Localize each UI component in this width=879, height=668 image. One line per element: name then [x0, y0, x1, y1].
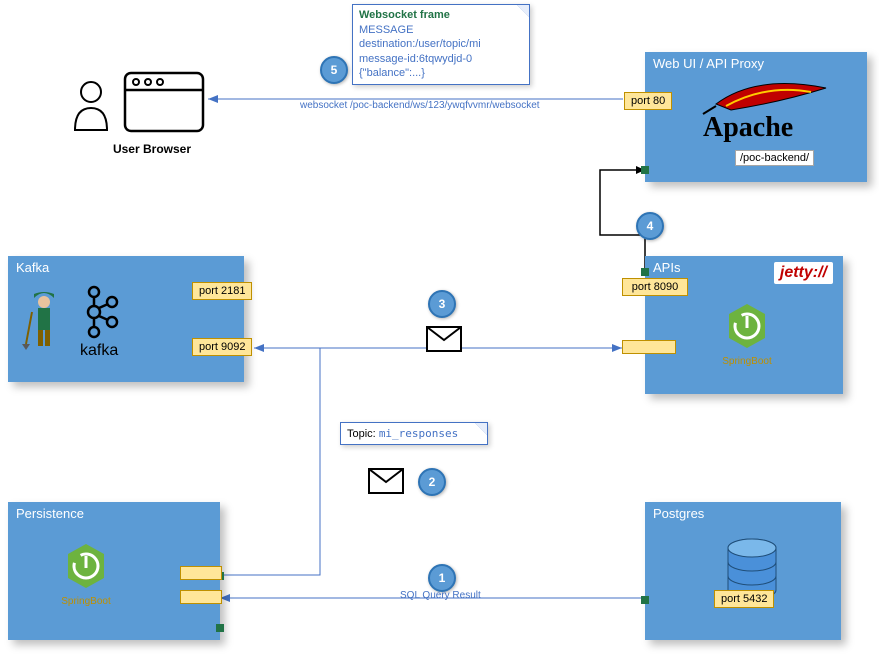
kafka-title: Kafka	[16, 260, 49, 275]
kafka-zk-port: port 2181	[192, 282, 252, 300]
apache-feather-icon	[711, 76, 831, 116]
persistence-springboot-label: SpringBoot	[60, 596, 112, 607]
apis-hub-top	[641, 268, 649, 276]
flow-sql-label: SQL Query Result	[400, 590, 481, 601]
step-badge-1: 1	[428, 564, 456, 592]
apis-link-pad	[622, 340, 676, 354]
zookeeper-icon	[26, 292, 62, 352]
apis-springboot-label: SpringBoot	[721, 356, 773, 367]
ws-note-title: Websocket frame	[359, 9, 523, 21]
postgres-port: port 5432	[714, 590, 774, 608]
step-badge-2: 2	[418, 468, 446, 496]
envelope-icon-step2	[368, 468, 404, 494]
kafka-logo-icon	[84, 284, 120, 340]
springboot-icon-apis	[725, 302, 769, 352]
step-badge-4: 4	[636, 212, 664, 240]
persistence-hub-b	[216, 624, 224, 632]
websocket-note: Websocket frame MESSAGE destination:/use…	[352, 4, 530, 85]
springboot-icon-persistence	[64, 542, 108, 592]
topic-note-value: mi_responses	[379, 427, 458, 440]
webui-port: port 80	[624, 92, 672, 110]
persistence-pad-a	[180, 566, 222, 580]
ws-note-line2: destination:/user/topic/mi	[359, 37, 523, 51]
ws-note-line1: MESSAGE	[359, 23, 523, 37]
ws-note-line3: message-id:6tqwydjd-0	[359, 52, 523, 66]
user-avatar-icon	[70, 80, 112, 134]
kafka-logo-text: kafka	[80, 342, 118, 360]
webui-hub-bottom	[641, 166, 649, 174]
webui-box: Web UI / API Proxy Apache /poc-backend/	[645, 52, 867, 182]
topic-note: Topic: mi_responses	[340, 422, 488, 445]
postgres-title: Postgres	[653, 506, 704, 521]
postgres-hub	[641, 596, 649, 604]
topic-note-label: Topic:	[347, 428, 376, 440]
postgres-box: Postgres	[645, 502, 841, 640]
jetty-logo: jetty://	[774, 262, 833, 284]
persistence-title: Persistence	[16, 506, 84, 521]
apis-box: APIs jetty:// SpringBoot	[645, 256, 843, 394]
apache-logo-text: Apache	[703, 112, 793, 144]
browser-window-icon	[124, 72, 204, 132]
ws-note-line4: {"balance":...}	[359, 66, 523, 80]
webui-path-label: /poc-backend/	[735, 150, 814, 166]
kafka-broker-port: port 9092	[192, 338, 252, 356]
webui-title: Web UI / API Proxy	[653, 56, 764, 71]
apis-title: APIs	[653, 260, 680, 275]
apis-port: port 8090	[622, 278, 688, 296]
flow-websocket-label: websocket /poc-backend/ws/123/ywqfvvmr/w…	[300, 100, 540, 111]
persistence-pad-b	[180, 590, 222, 604]
step-badge-5: 5	[320, 56, 348, 84]
step-badge-3: 3	[428, 290, 456, 318]
kafka-box: Kafka kafka	[8, 256, 244, 382]
envelope-icon-step3	[426, 326, 462, 352]
user-browser-caption: User Browser	[102, 142, 202, 156]
